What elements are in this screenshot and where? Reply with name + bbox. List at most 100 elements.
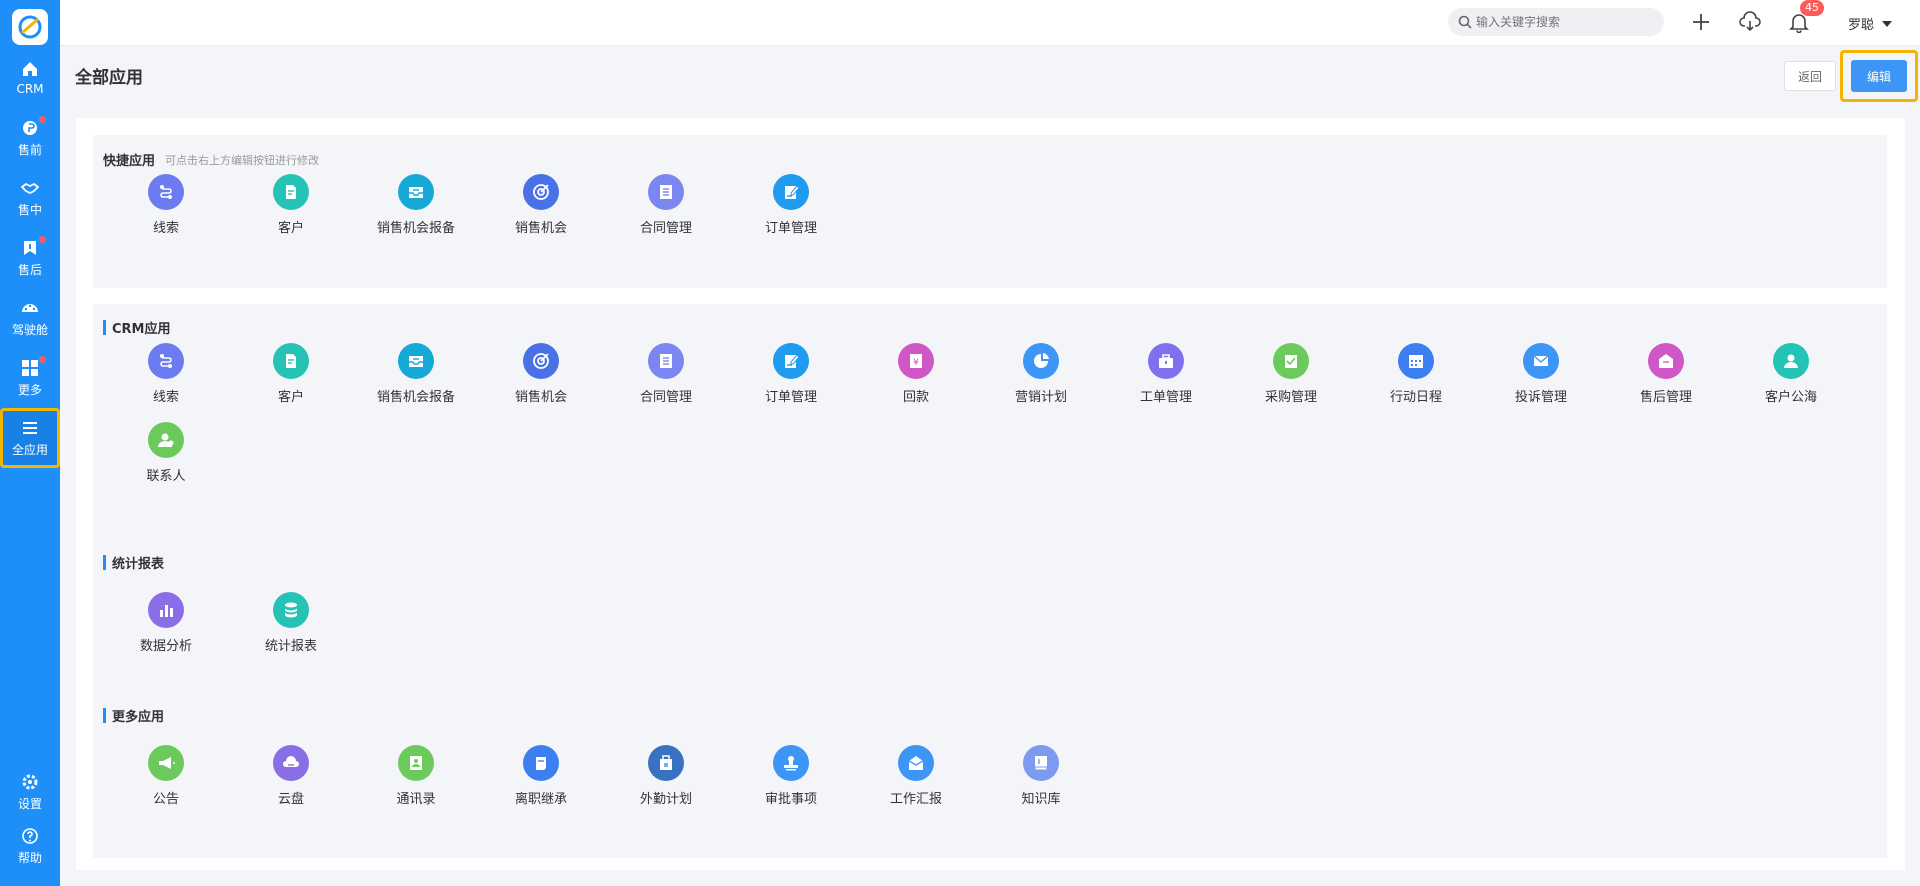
app-label: 审批事项 [764, 792, 817, 807]
page-title: 全部应用 [75, 68, 143, 88]
app-tile[interactable]: 外勤计划 [611, 745, 721, 807]
section-marker [103, 555, 106, 570]
app-icon-badge [273, 592, 309, 628]
search-input[interactable] [1476, 15, 1656, 29]
nav-item[interactable]: 售后 [0, 228, 60, 288]
report-icon [908, 756, 924, 770]
nav-item-label: 驾驶舱 [11, 322, 48, 337]
app-tile[interactable]: 采购管理 [1236, 343, 1346, 405]
contact-icon [158, 433, 174, 447]
document-icon [286, 354, 296, 368]
logo-icon [18, 15, 42, 39]
app-label: 投诉管理 [1514, 390, 1567, 405]
app-label: 营销计划 [1014, 390, 1067, 405]
section-title: CRM应用 [112, 322, 171, 337]
nav-item[interactable]: 更多 [0, 348, 60, 408]
app-tile[interactable]: 合同管理 [611, 343, 721, 405]
app-icon-badge [1273, 343, 1309, 379]
app-tile[interactable]: 客户 [236, 174, 346, 236]
app-tile[interactable]: ¥ 回款 [861, 343, 971, 405]
app-tile[interactable]: 营销计划 [986, 343, 1096, 405]
mail-icon [1533, 355, 1549, 366]
svg-text:¥: ¥ [913, 358, 919, 368]
nav-item[interactable]: 售前 [0, 108, 60, 168]
app-tile[interactable]: 销售机会报备 [361, 174, 471, 236]
app-label: 采购管理 [1264, 390, 1317, 405]
app-tile[interactable]: 工作汇报 [861, 745, 971, 807]
app-icon-badge [398, 343, 434, 379]
notification-button[interactable]: 45 [1786, 0, 1824, 35]
edit-button[interactable]: 编辑 [1851, 60, 1907, 92]
app-label: 行动日程 [1389, 390, 1442, 405]
purchase-icon [1285, 355, 1297, 368]
nav-item[interactable]: CRM [0, 48, 60, 108]
download-button[interactable] [1737, 9, 1763, 35]
app-icon-badge [523, 745, 559, 781]
app-icon-badge [398, 745, 434, 781]
nav-item[interactable]: 驾驶舱 [0, 288, 60, 348]
app-tile[interactable]: 合同管理 [611, 174, 721, 236]
app-tile[interactable]: 行动日程 [1361, 343, 1471, 405]
edit-doc-icon [785, 354, 800, 368]
nav-item[interactable]: 帮助 [0, 816, 60, 876]
app-tile[interactable]: 公告 [111, 745, 221, 807]
app-tile[interactable]: 售后管理 [1611, 343, 1721, 405]
app-tile[interactable]: 统计报表 [236, 592, 346, 654]
section-title: 快捷应用 [103, 154, 156, 169]
notification-dot [39, 236, 46, 243]
nav-item[interactable]: 售中 [0, 168, 60, 228]
app-tile[interactable]: 销售机会 [486, 174, 596, 236]
add-button[interactable] [1688, 9, 1714, 35]
app-tile[interactable]: 订单管理 [736, 343, 846, 405]
app-label: 通讯录 [396, 792, 436, 807]
route-icon [160, 185, 172, 199]
app-tile[interactable]: 数据分析 [111, 592, 221, 654]
app-tile[interactable]: 线索 [111, 343, 221, 405]
app-label: 销售机会报备 [376, 221, 455, 236]
app-tile[interactable]: 线索 [111, 174, 221, 236]
app-tile[interactable]: 云盘 [236, 745, 346, 807]
app-icon-badge [648, 174, 684, 210]
app-tile[interactable]: 联系人 [111, 422, 221, 484]
app-logo[interactable] [12, 9, 48, 45]
app-icon-badge [1523, 343, 1559, 379]
user-menu[interactable]: 罗聪 [1848, 14, 1893, 33]
help-icon [22, 827, 38, 844]
app-tile[interactable]: 销售机会 [486, 343, 596, 405]
bookmark-icon [24, 240, 36, 255]
nav-item[interactable]: 全应用 [0, 408, 60, 468]
app-label: 客户 [277, 390, 304, 405]
app-tile[interactable]: 通讯录 [361, 745, 471, 807]
app-label: 销售机会 [514, 390, 567, 405]
app-label: 云盘 [277, 792, 304, 807]
megaphone-icon [159, 757, 175, 769]
nav-item[interactable]: 设置 [0, 762, 60, 822]
app-label: 订单管理 [764, 221, 817, 236]
app-tile[interactable]: 客户公海 [1736, 343, 1846, 405]
app-label: 订单管理 [764, 390, 817, 405]
cloud-download-icon [1739, 11, 1761, 32]
app-label: 售后管理 [1639, 390, 1692, 405]
back-button[interactable]: 返回 [1784, 61, 1836, 91]
search-box[interactable] [1448, 8, 1664, 36]
app-tile[interactable]: 离职继承 [486, 745, 596, 807]
calendar-icon [1409, 355, 1423, 368]
app-tile[interactable]: 订单管理 [736, 174, 846, 236]
section-title: 更多应用 [112, 710, 165, 725]
user-name: 罗聪 [1848, 18, 1875, 33]
app-tile[interactable]: 审批事项 [736, 745, 846, 807]
app-tile[interactable]: 投诉管理 [1486, 343, 1596, 405]
app-label: 线索 [152, 221, 179, 236]
app-icon-badge [148, 343, 184, 379]
briefcase-icon [1159, 354, 1173, 368]
grid-icon [22, 359, 38, 376]
cloud-drive-icon [283, 756, 299, 767]
app-tile[interactable]: 销售机会报备 [361, 343, 471, 405]
app-tile[interactable]: 客户 [236, 343, 346, 405]
database-icon [285, 602, 297, 618]
app-tile[interactable]: 工单管理 [1111, 343, 1221, 405]
app-tile[interactable]: 知识库 [986, 745, 1096, 807]
chevron-down-icon [1882, 20, 1893, 27]
app-label: 合同管理 [639, 221, 692, 236]
inbox-icon [409, 187, 423, 198]
